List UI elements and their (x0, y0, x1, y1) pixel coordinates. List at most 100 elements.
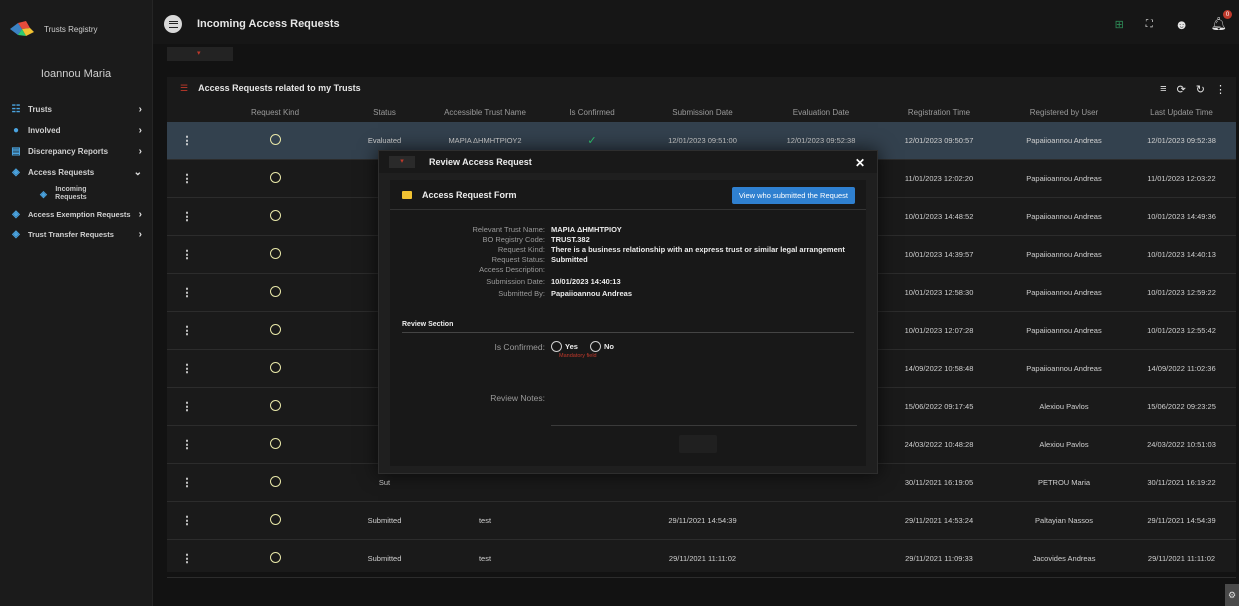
sidebar-item-trusts[interactable]: ☷ Trusts › (0, 98, 152, 120)
column-header[interactable]: Submission Date (640, 108, 765, 122)
field-label: Is Confirmed: (494, 342, 545, 352)
registration-time-cell: 10/01/2023 14:48:52 (904, 212, 974, 221)
settings-gear-icon[interactable]: ⚙ (1225, 584, 1239, 606)
more-vertical-icon[interactable]: ⋮ (1215, 83, 1226, 96)
column-header[interactable]: Is Confirmed (544, 108, 640, 122)
submission-date-cell: 29/11/2021 11:11:02 (668, 554, 737, 563)
request-kind-circle-icon (269, 476, 281, 487)
row-actions-kebab-icon[interactable]: ⋮ (167, 210, 207, 223)
column-header[interactable]: Status (343, 108, 426, 122)
registered-by-cell: Papaiioannou Andreas (1026, 136, 1102, 145)
registered-by-cell: Papaiioannou Andreas (1026, 250, 1102, 259)
row-actions-kebab-icon[interactable]: ⋮ (167, 514, 207, 527)
last-update-cell: 10/01/2023 14:40:13 (1147, 250, 1216, 259)
field-request-status: Request Status: Submitted (390, 255, 866, 265)
column-header[interactable]: Last Update Time (1127, 108, 1236, 122)
registered-by-cell: Papaiioannou Andreas (1026, 288, 1102, 297)
sidebar-item-access-exemption-requests[interactable]: ◈ Access Exemption Requests › (0, 205, 152, 225)
review-notes-field: Review Notes: (390, 390, 866, 426)
review-access-request-modal: ▾ Review Access Request ✕ Access Request… (378, 150, 878, 474)
request-kind-cell (207, 172, 343, 185)
apps-grid-icon[interactable]: ⊞ (1115, 18, 1124, 31)
registration-time-cell: 15/06/2022 09:17:45 (904, 402, 974, 411)
row-actions-kebab-icon[interactable]: ⋮ (167, 172, 207, 185)
sidebar-item-access-requests[interactable]: ◈ Access Requests ⌄ (0, 162, 152, 183)
request-kind-circle-icon (269, 286, 281, 297)
request-kind-circle-icon (269, 400, 281, 411)
column-header[interactable]: Evaluation Date (765, 108, 877, 122)
last-update-cell: 30/11/2021 16:19:22 (1147, 478, 1216, 487)
sidebar-subitem-incoming-requests[interactable]: ◈ Incoming Requests (0, 183, 152, 205)
view-submitter-button[interactable]: View who submitted the Request (731, 187, 855, 204)
row-actions-kebab-icon[interactable]: ⋮ (167, 286, 207, 299)
request-kind-circle-icon (269, 514, 281, 525)
filter-icon[interactable]: ≡ (1160, 83, 1166, 96)
last-update-cell: 24/03/2022 10:51:03 (1147, 440, 1216, 449)
row-actions-kebab-icon[interactable]: ⋮ (167, 552, 207, 565)
current-user-name: Ioannou Maria (40, 68, 112, 80)
field-label: Submitted By: (498, 289, 545, 298)
request-kind-circle-icon (269, 438, 281, 449)
form-title: Access Request Form (422, 189, 517, 200)
sync-icon[interactable]: ⟳ (1177, 83, 1186, 96)
mandatory-field-hint: Mandatory field (559, 353, 597, 359)
modal-dropdown-toggle[interactable]: ▾ (389, 156, 415, 168)
field-label: Request Kind: (497, 245, 545, 254)
request-kind-circle-icon (269, 172, 281, 183)
diamond-icon: ◈ (12, 229, 20, 240)
account-icon[interactable]: ☻ (1175, 17, 1189, 32)
status-cell: Sut (378, 478, 391, 487)
chevron-down-icon: ⌄ (133, 167, 142, 178)
row-actions-kebab-icon[interactable]: ⋮ (167, 400, 207, 413)
table-row[interactable]: ⋮ Submitted test 29/11/2021 11:11:02 29/11/2… (167, 540, 1236, 578)
registered-by-cell: PETROU Maria (1037, 478, 1091, 487)
last-update-cell: 29/11/2021 11:11:02 (1147, 554, 1216, 563)
radio-no[interactable]: No (589, 341, 614, 352)
row-actions-kebab-icon[interactable]: ⋮ (167, 248, 207, 261)
sidebar-item-involved[interactable]: ● Involved › (0, 120, 152, 141)
row-actions-kebab-icon[interactable]: ⋮ (167, 134, 207, 147)
menu-toggle-button[interactable] (164, 15, 182, 33)
row-actions-kebab-icon[interactable]: ⋮ (167, 438, 207, 451)
row-actions-kebab-icon[interactable]: ⋮ (167, 476, 207, 489)
panel-toolbar: ≡ ⟳ ↻ ⋮ (1160, 83, 1226, 96)
row-actions-kebab-icon[interactable]: ⋮ (167, 362, 207, 375)
column-header[interactable]: Registered by User (1001, 108, 1127, 122)
close-icon[interactable]: ✕ (855, 156, 865, 170)
registration-time-cell: 24/03/2022 10:48:28 (904, 440, 974, 449)
trust-name-cell: ΜΑΡΙΑ ΔΗΜΗΤΡΙΟΥ2 (448, 136, 522, 145)
refresh-icon[interactable]: ↻ (1196, 83, 1205, 96)
diamond-icon: ◈ (12, 209, 20, 220)
column-header[interactable]: Accessible Trust Name (426, 108, 544, 122)
request-kind-circle-icon (269, 210, 281, 221)
fullscreen-icon[interactable]: ⛶ (1146, 19, 1153, 30)
sidebar-item-discrepancy-reports[interactable]: ▤ Discrepancy Reports › (0, 141, 152, 162)
table-row[interactable]: ⋮ Submitted test 29/11/2021 14:54:39 29/11/2… (167, 502, 1236, 540)
field-value: Papaiioannou Andreas (551, 289, 632, 298)
org-chart-icon: ☷ (11, 103, 21, 115)
registration-time-cell: 14/09/2022 10:58:48 (904, 364, 974, 373)
registration-time-cell: 30/11/2021 16:19:05 (904, 478, 974, 487)
registration-time-cell: 10/01/2023 12:58:30 (904, 288, 974, 297)
chevron-right-icon: › (138, 146, 142, 157)
modal-header: ▾ Review Access Request ✕ (379, 151, 877, 173)
notifications-bell-icon[interactable]: 🔔︎ 0 (1210, 10, 1232, 32)
request-kind-circle-icon (269, 324, 281, 335)
field-value: 10/01/2023 14:40:13 (551, 277, 621, 286)
registered-by-cell: Papaiioannou Andreas (1026, 174, 1102, 183)
submit-review-button[interactable] (679, 435, 717, 453)
brand[interactable]: Trusts Registry (0, 0, 152, 58)
status-cell: Submitted (367, 554, 402, 563)
sidebar-item-label: Access Requests (28, 168, 95, 177)
column-header[interactable]: Request Kind (207, 108, 343, 122)
panel-title: Access Requests related to my Trusts (198, 83, 361, 93)
sidebar-item-trust-transfer-requests[interactable]: ◈ Trust Transfer Requests › (0, 225, 152, 245)
column-header[interactable]: Registration Time (877, 108, 1001, 122)
filter-dropdown-toggle[interactable]: ▾ (167, 47, 233, 61)
trust-name-cell: test (478, 516, 492, 525)
sidebar-item-label: Trusts (28, 104, 53, 114)
radio-yes[interactable]: Yes (551, 341, 578, 352)
row-actions-kebab-icon[interactable]: ⋮ (167, 324, 207, 337)
review-notes-input[interactable] (551, 390, 857, 426)
field-submission-date: Submission Date: 10/01/2023 14:40:13 (390, 277, 866, 287)
